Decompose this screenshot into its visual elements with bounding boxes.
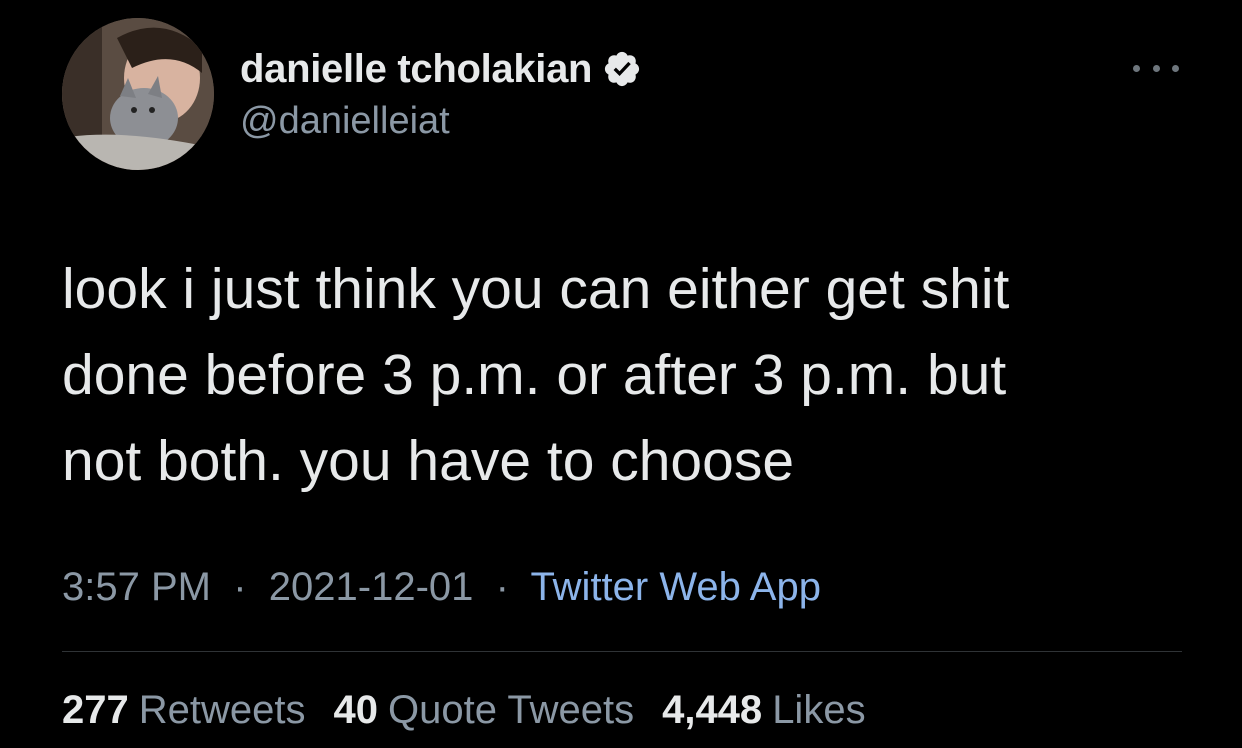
more-dot — [1172, 64, 1179, 72]
tweet-meta: 3:57 PM · 2021-12-01 · Twitter Web App — [62, 565, 821, 610]
tweet-card: danielle tcholakian @danielleiat look i … — [0, 0, 1242, 748]
quote-tweets-count: 40 — [333, 688, 379, 732]
divider — [62, 651, 1182, 652]
meta-separator: · — [222, 565, 258, 609]
tweet-source-link[interactable]: Twitter Web App — [530, 565, 821, 609]
quote-tweets-stat[interactable]: 40 Quote Tweets — [334, 688, 635, 733]
retweets-label: Retweets — [138, 688, 306, 732]
avatar-image — [62, 18, 214, 170]
likes-stat[interactable]: 4,448 Likes — [662, 688, 866, 733]
retweets-count: 277 — [62, 688, 129, 732]
more-options-icon[interactable] — [1133, 56, 1179, 80]
likes-count: 4,448 — [662, 688, 763, 732]
more-dot — [1133, 64, 1140, 72]
meta-separator: · — [484, 565, 521, 609]
tweet-text: look i just think you can either get shi… — [62, 257, 1010, 493]
author-row: danielle tcholakian — [240, 44, 642, 94]
likes-label: Likes — [772, 688, 866, 732]
verified-badge-icon — [602, 49, 642, 89]
tweet-date[interactable]: 2021-12-01 — [269, 565, 474, 609]
avatar[interactable] — [62, 18, 214, 170]
display-name[interactable]: danielle tcholakian — [240, 47, 593, 92]
quote-tweets-label: Quote Tweets — [388, 688, 635, 732]
author-handle[interactable]: @danielleiat — [240, 100, 450, 143]
tweet-stats: 277 Retweets 40 Quote Tweets 4,448 Likes — [62, 688, 894, 733]
tweet-time[interactable]: 3:57 PM — [62, 565, 211, 609]
retweets-stat[interactable]: 277 Retweets — [62, 688, 306, 733]
more-dot — [1152, 64, 1160, 72]
